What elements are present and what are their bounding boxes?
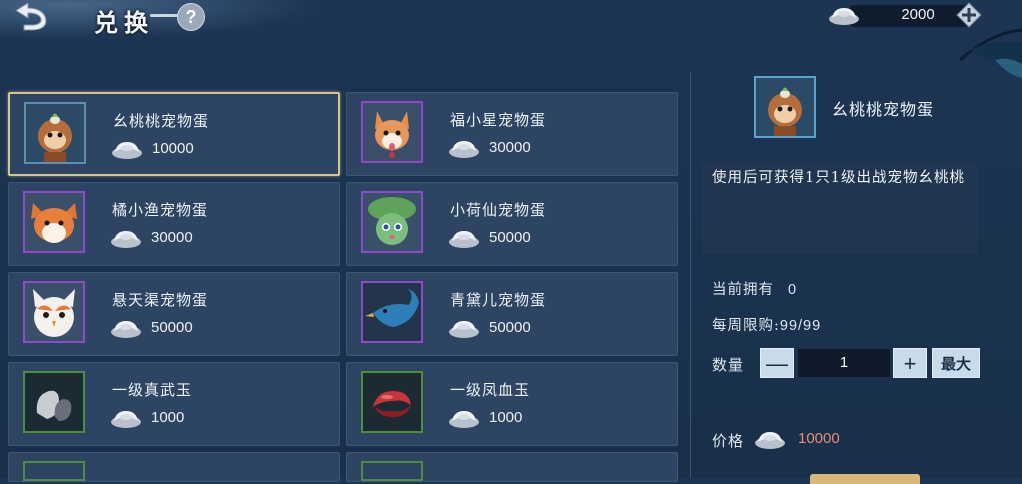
silver-ingot-icon <box>111 231 141 248</box>
item-name: 一级凤血玉 <box>450 381 531 399</box>
owned-info: 当前拥有 0 <box>712 278 797 299</box>
item-price: 1000 <box>151 409 185 426</box>
monkey-pet-icon <box>754 76 816 138</box>
limit-label: 每周限购: <box>712 318 780 334</box>
owned-value: 0 <box>788 282 798 298</box>
detail-item-name: 幺桃桃宠物蛋 <box>832 100 935 119</box>
silver-ingot-icon <box>755 432 785 449</box>
exchange-button[interactable] <box>810 474 920 484</box>
item-price: 30000 <box>489 139 531 156</box>
item-card[interactable]: 悬天渠宠物蛋 50000 <box>8 272 340 356</box>
item-price: 50000 <box>151 319 193 336</box>
item-name: 福小星宠物蛋 <box>450 111 547 129</box>
jade-item-icon <box>361 461 423 481</box>
item-card[interactable]: 福小星宠物蛋 30000 <box>346 92 678 176</box>
help-button[interactable]: ? <box>177 3 205 31</box>
item-name: 幺桃桃宠物蛋 <box>113 112 210 130</box>
quantity-minus-button[interactable]: — <box>760 348 794 378</box>
item-name: 小荷仙宠物蛋 <box>450 201 547 219</box>
silver-ingot-icon <box>112 142 142 159</box>
weekly-limit-info: 每周限购:99/99 <box>712 314 821 335</box>
top-bar: 兑换 ? 2000 <box>0 0 1022 40</box>
blue-bird-pet-icon <box>361 281 423 343</box>
pine-branch-decoration <box>958 28 1022 78</box>
quantity-plus-button[interactable]: + <box>893 348 927 378</box>
silver-ingot-icon <box>449 321 479 338</box>
red-jade-icon <box>361 371 423 433</box>
owl-pet-icon <box>23 281 85 343</box>
item-card[interactable]: 一级真武玉 1000 <box>8 362 340 446</box>
panel-divider <box>690 72 691 478</box>
page-title: 兑换 <box>94 8 154 37</box>
item-price: 1000 <box>489 409 523 426</box>
item-price: 50000 <box>489 319 531 336</box>
owned-label: 当前拥有 <box>712 282 774 298</box>
title-underline <box>150 14 180 17</box>
item-price: 50000 <box>489 229 531 246</box>
item-card[interactable]: 青黛儿宠物蛋 50000 <box>346 272 678 356</box>
price-label: 价格 <box>712 432 745 450</box>
quantity-input[interactable]: 1 <box>798 349 890 377</box>
item-name: 悬天渠宠物蛋 <box>112 291 209 309</box>
silver-ingot-icon <box>111 411 141 428</box>
item-price: 30000 <box>151 229 193 246</box>
silver-ingot-icon <box>111 321 141 338</box>
item-card[interactable]: 小荷仙宠物蛋 50000 <box>346 182 678 266</box>
item-price: 10000 <box>152 140 194 157</box>
back-arrow-icon[interactable] <box>6 2 50 32</box>
item-name: 青黛儿宠物蛋 <box>450 291 547 309</box>
item-description: 使用后可获得1只1级出战宠物幺桃桃 <box>702 162 978 254</box>
silver-ingot-icon <box>829 8 859 25</box>
max-quantity-button[interactable]: 最大 <box>932 348 980 378</box>
limit-value: 99/99 <box>779 318 822 334</box>
grey-jade-icon <box>23 371 85 433</box>
item-card[interactable]: 幺桃桃宠物蛋 10000 <box>8 92 340 176</box>
quantity-label: 数量 <box>712 356 745 374</box>
total-price: 10000 <box>798 430 840 447</box>
silver-ingot-icon <box>449 231 479 248</box>
item-card[interactable]: 一级凤血玉 1000 <box>346 362 678 446</box>
lotus-fairy-pet-icon <box>361 191 423 253</box>
orange-cat-pet-icon <box>23 191 85 253</box>
item-name: 橘小渔宠物蛋 <box>112 201 209 219</box>
silver-ingot-icon <box>449 411 479 428</box>
item-name: 一级真武玉 <box>112 381 193 399</box>
jade-item-icon <box>23 461 85 481</box>
monkey-pet-icon <box>24 102 86 164</box>
item-card[interactable]: 橘小渔宠物蛋 30000 <box>8 182 340 266</box>
corgi-pet-icon <box>361 101 423 163</box>
silver-ingot-icon <box>449 141 479 158</box>
